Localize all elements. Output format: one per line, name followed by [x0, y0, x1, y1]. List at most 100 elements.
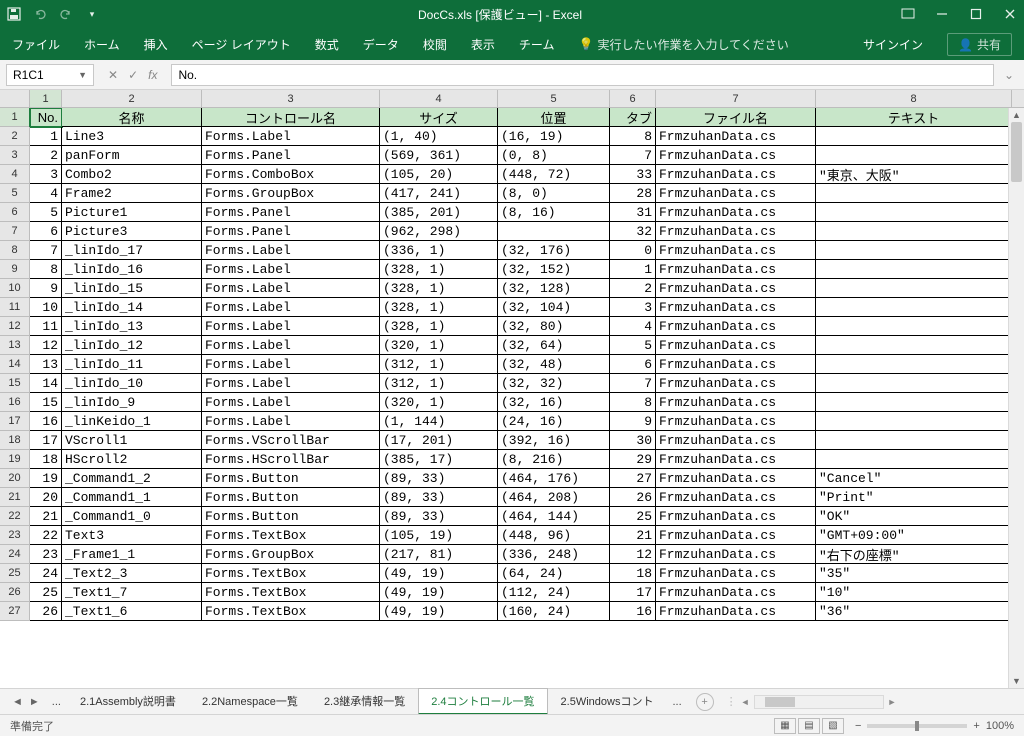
cell[interactable]: Picture3 [62, 222, 202, 241]
cell[interactable]: (8, 16) [498, 203, 610, 222]
save-icon[interactable] [6, 6, 22, 22]
cell[interactable]: Forms.Label [202, 279, 380, 298]
cell[interactable]: 30 [610, 431, 656, 450]
row-header[interactable]: 6 [0, 203, 30, 222]
view-pagebreak-icon[interactable]: ▧ [822, 718, 844, 734]
cell[interactable]: 7 [610, 374, 656, 393]
cell[interactable]: Text3 [62, 526, 202, 545]
cell[interactable]: (89, 33) [380, 507, 498, 526]
cell[interactable]: Forms.Label [202, 298, 380, 317]
cell[interactable]: Forms.Label [202, 127, 380, 146]
expand-formula-icon[interactable]: ⌄ [1000, 68, 1018, 82]
cell[interactable]: 1 [610, 260, 656, 279]
table-header-cell[interactable]: 名称 [62, 108, 202, 127]
cell[interactable]: _linIdo_15 [62, 279, 202, 298]
row-header[interactable]: 13 [0, 336, 30, 355]
cell[interactable]: FrmzuhanData.cs [656, 146, 816, 165]
table-header-cell[interactable]: テキスト [816, 108, 1012, 127]
cell[interactable]: 12 [30, 336, 62, 355]
cell[interactable]: (8, 0) [498, 184, 610, 203]
cell[interactable]: 16 [610, 602, 656, 621]
cell[interactable]: _Frame1_1 [62, 545, 202, 564]
hscroll-left-icon[interactable]: ◄ [741, 697, 750, 707]
worksheet-grid[interactable]: 1 2 3 4 5 6 7 8 1No.名称コントロール名サイズ位置タブファイル… [0, 90, 1024, 688]
cell[interactable]: FrmzuhanData.cs [656, 203, 816, 222]
cell[interactable]: HScroll2 [62, 450, 202, 469]
cell[interactable]: FrmzuhanData.cs [656, 298, 816, 317]
zoom-value[interactable]: 100% [986, 720, 1014, 732]
sheet-tab[interactable]: 2.2Namespace一覧 [189, 688, 311, 715]
cell[interactable]: "10" [816, 583, 1012, 602]
cell[interactable]: _linIdo_11 [62, 355, 202, 374]
zoom-out-button[interactable]: − [855, 720, 861, 732]
cell[interactable]: (464, 144) [498, 507, 610, 526]
row-header[interactable]: 18 [0, 431, 30, 450]
row-header[interactable]: 26 [0, 583, 30, 602]
cell[interactable]: (385, 201) [380, 203, 498, 222]
cell[interactable]: Forms.Panel [202, 146, 380, 165]
cell[interactable]: (32, 16) [498, 393, 610, 412]
cell[interactable]: (32, 48) [498, 355, 610, 374]
cell[interactable]: 11 [30, 317, 62, 336]
cell[interactable]: FrmzuhanData.cs [656, 355, 816, 374]
cell[interactable]: 0 [610, 241, 656, 260]
sheet-tab[interactable]: 2.1Assembly説明書 [67, 688, 189, 715]
tab-review[interactable]: 校閲 [423, 36, 447, 53]
cell[interactable]: (1, 144) [380, 412, 498, 431]
cell[interactable]: FrmzuhanData.cs [656, 583, 816, 602]
cell[interactable]: Forms.Label [202, 260, 380, 279]
cell[interactable]: (217, 81) [380, 545, 498, 564]
cell[interactable]: _linIdo_17 [62, 241, 202, 260]
cell[interactable]: FrmzuhanData.cs [656, 127, 816, 146]
col-header[interactable]: 1 [30, 90, 62, 107]
cell[interactable]: 3 [30, 165, 62, 184]
cell[interactable]: (112, 24) [498, 583, 610, 602]
view-pagelayout-icon[interactable]: ▤ [798, 718, 820, 734]
tell-me[interactable]: 💡実行したい作業を入力してください [578, 36, 788, 53]
cell[interactable]: FrmzuhanData.cs [656, 279, 816, 298]
row-header[interactable]: 25 [0, 564, 30, 583]
cell[interactable]: Forms.TextBox [202, 564, 380, 583]
row-header[interactable]: 17 [0, 412, 30, 431]
cell[interactable]: 29 [610, 450, 656, 469]
tab-file[interactable]: ファイル [12, 36, 60, 53]
close-icon[interactable] [1002, 6, 1018, 22]
cell[interactable]: 3 [610, 298, 656, 317]
ribbon-display-icon[interactable] [900, 6, 916, 22]
cell[interactable]: 32 [610, 222, 656, 241]
add-sheet-button[interactable]: + [696, 693, 714, 711]
row-header[interactable]: 2 [0, 127, 30, 146]
col-header[interactable]: 4 [380, 90, 498, 107]
cell[interactable]: "東京、大阪" [816, 165, 1012, 184]
next-sheet-icon[interactable]: ► [29, 696, 40, 708]
cell[interactable]: Forms.Button [202, 469, 380, 488]
cell[interactable]: 17 [30, 431, 62, 450]
cell[interactable]: FrmzuhanData.cs [656, 507, 816, 526]
formula-input[interactable]: No. [171, 64, 994, 86]
cell[interactable]: 12 [610, 545, 656, 564]
cell[interactable]: _Command1_1 [62, 488, 202, 507]
table-header-cell[interactable]: No. [30, 108, 62, 127]
cell[interactable]: Forms.Panel [202, 222, 380, 241]
cell[interactable]: FrmzuhanData.cs [656, 545, 816, 564]
cell[interactable] [816, 279, 1012, 298]
zoom-slider[interactable] [867, 724, 967, 728]
row-header[interactable]: 12 [0, 317, 30, 336]
row-header[interactable]: 11 [0, 298, 30, 317]
cell[interactable]: (32, 152) [498, 260, 610, 279]
cell[interactable] [816, 146, 1012, 165]
cell[interactable] [816, 317, 1012, 336]
row-header[interactable]: 9 [0, 260, 30, 279]
cell[interactable]: Forms.VScrollBar [202, 431, 380, 450]
cell[interactable]: (32, 64) [498, 336, 610, 355]
cell[interactable]: "35" [816, 564, 1012, 583]
cell[interactable]: _Text1_7 [62, 583, 202, 602]
enter-formula-icon[interactable]: ✓ [128, 68, 138, 82]
scroll-down-icon[interactable]: ▼ [1009, 674, 1024, 688]
cell[interactable]: FrmzuhanData.cs [656, 526, 816, 545]
cell[interactable]: Forms.Button [202, 488, 380, 507]
cell[interactable] [816, 374, 1012, 393]
horizontal-scrollbar[interactable] [754, 695, 884, 709]
cell[interactable]: Forms.Button [202, 507, 380, 526]
cell[interactable]: Forms.GroupBox [202, 545, 380, 564]
